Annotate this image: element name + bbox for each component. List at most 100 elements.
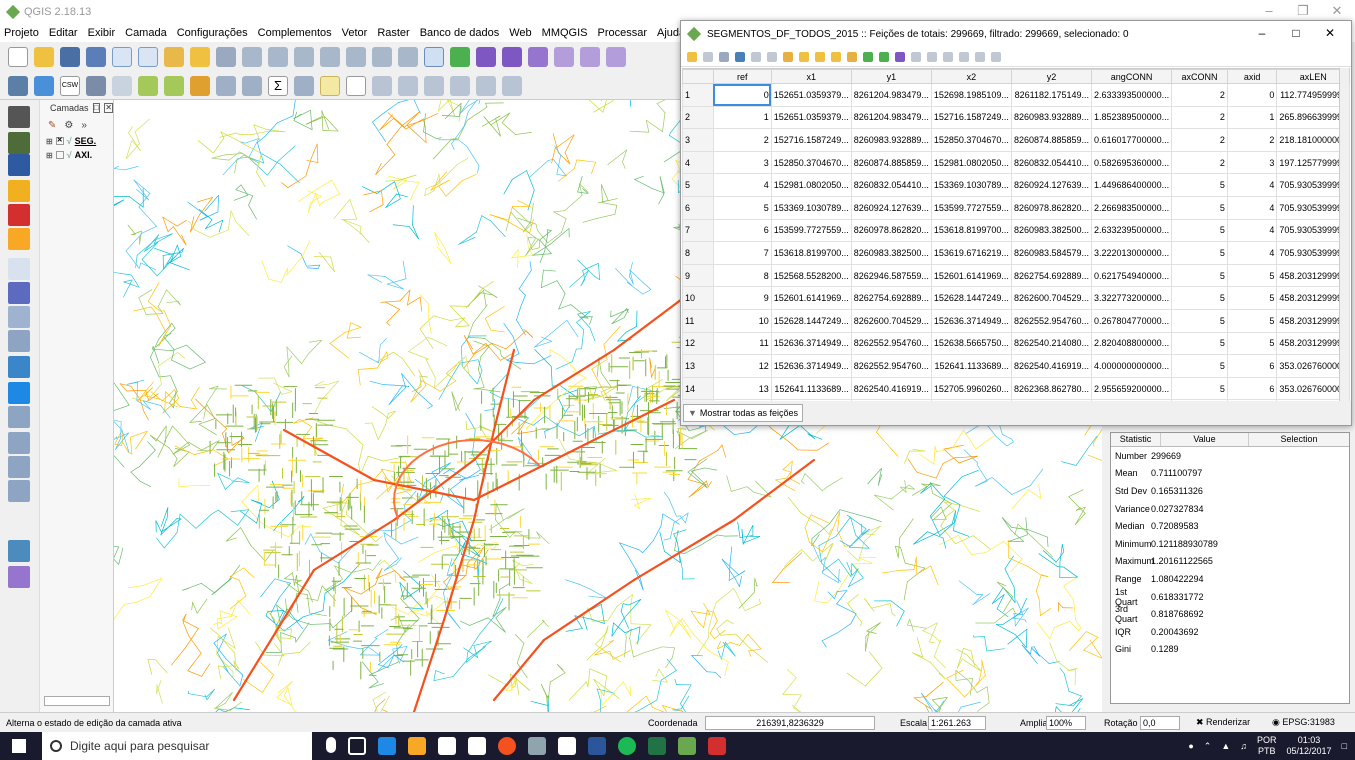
menu-exibir[interactable]: Exibir bbox=[88, 27, 116, 39]
table-cell[interactable]: 6 bbox=[712, 218, 772, 243]
table-row[interactable]: 14 13 152641.1133689... 8262540.416919... 15… bbox=[682, 376, 1350, 401]
add-wms-layer-icon[interactable] bbox=[8, 282, 30, 304]
pin-labels-icon[interactable] bbox=[398, 75, 418, 96]
field-calculator-icon[interactable] bbox=[242, 75, 262, 96]
table-cell[interactable]: 8262754.692889... bbox=[850, 286, 932, 310]
table-row[interactable]: 12 11 152636.3714949... 8262552.954760... 15… bbox=[682, 331, 1350, 356]
save-edits-icon[interactable] bbox=[216, 47, 236, 67]
table-cell[interactable]: 11 bbox=[712, 331, 772, 356]
field-calculator-icon[interactable] bbox=[991, 51, 1001, 62]
table-row[interactable]: 13 12 152636.3714949... 8262552.954760... 15… bbox=[682, 354, 1350, 378]
spotify-icon[interactable] bbox=[618, 737, 636, 755]
table-cell[interactable]: 8262600.704529... bbox=[850, 308, 932, 333]
add-raster-layer-icon[interactable] bbox=[8, 132, 30, 154]
windows-start-icon[interactable] bbox=[12, 739, 26, 753]
layer-item-axial[interactable]: ⊞ √ AXI. bbox=[40, 148, 113, 162]
taskbar-search-box[interactable]: Digite aqui para pesquisar bbox=[42, 732, 312, 760]
table-cell[interactable]: 8262540.214080... bbox=[1010, 331, 1093, 356]
table-cell[interactable]: 5 bbox=[1226, 263, 1278, 288]
table-cell[interactable]: 152651.0359379... bbox=[770, 83, 852, 107]
table-cell[interactable]: 2 bbox=[1171, 128, 1228, 152]
layer-visibility-checkbox[interactable] bbox=[55, 151, 64, 159]
row-number-cell[interactable]: 9 bbox=[682, 263, 714, 288]
table-row[interactable]: 2 1 152651.0359379... 8261204.983479... 1527… bbox=[682, 105, 1350, 130]
add-wms-tile-icon[interactable] bbox=[8, 382, 30, 404]
table-cell[interactable]: 0.267804770000... bbox=[1091, 308, 1173, 333]
language-indicator[interactable]: POR PTB bbox=[1257, 735, 1277, 757]
table-cell[interactable]: 8262946.587559... bbox=[850, 263, 932, 288]
table-cell[interactable]: 2.266983500000... bbox=[1091, 195, 1173, 220]
table-row[interactable]: 11 10 152628.1447249... 8262600.704529... 15… bbox=[682, 308, 1350, 333]
column-header[interactable]: x2 bbox=[930, 69, 1012, 84]
task-view-icon[interactable] bbox=[348, 737, 366, 755]
row-number-cell[interactable]: 6 bbox=[682, 195, 714, 220]
column-header[interactable]: ref bbox=[712, 69, 772, 84]
app-icon[interactable] bbox=[528, 737, 546, 755]
table-cell[interactable]: 13 bbox=[712, 376, 772, 401]
table-cell[interactable]: 5 bbox=[1171, 331, 1228, 356]
table-cell[interactable]: 8 bbox=[712, 263, 772, 288]
column-header[interactable]: angCONN bbox=[1091, 69, 1173, 84]
pan-map-icon[interactable] bbox=[424, 47, 444, 67]
cut-features-icon[interactable] bbox=[346, 47, 366, 67]
table-cell[interactable]: 8261204.983479... bbox=[850, 105, 932, 130]
table-cell[interactable]: 4 bbox=[1226, 195, 1278, 220]
table-cell[interactable]: 8261182.175149... bbox=[1010, 83, 1093, 107]
close-panel-icon[interactable]: ✕ bbox=[104, 103, 113, 113]
table-cell[interactable]: 8262552.954760... bbox=[850, 331, 932, 356]
table-cell[interactable]: 4 bbox=[1226, 241, 1278, 265]
delete-selected-icon[interactable] bbox=[767, 51, 777, 62]
value-column-header[interactable]: Value bbox=[1161, 433, 1249, 446]
table-cell[interactable]: 4 bbox=[1226, 173, 1278, 197]
qgis-taskbar-icon[interactable] bbox=[678, 737, 696, 755]
move-feature-icon[interactable] bbox=[268, 47, 288, 67]
coordinate-field[interactable]: 216391,8236329 bbox=[705, 715, 875, 730]
table-cell[interactable]: 6 bbox=[1226, 376, 1278, 401]
table-cell[interactable]: 152651.0359379... bbox=[770, 105, 852, 130]
table-cell[interactable]: 5 bbox=[1171, 173, 1228, 197]
add-wfs-layer-icon[interactable] bbox=[8, 330, 30, 352]
scale-combo[interactable]: 1:261.263 bbox=[928, 715, 986, 730]
table-cell[interactable]: 6 bbox=[1226, 354, 1278, 378]
menu-processar[interactable]: Processar bbox=[598, 27, 648, 39]
save-as-icon[interactable] bbox=[86, 47, 106, 67]
selection-column-header[interactable]: Selection bbox=[1249, 433, 1349, 446]
add-feature-icon[interactable] bbox=[242, 47, 262, 67]
toggle-editing-icon[interactable] bbox=[190, 47, 210, 67]
new-gpx-layer-icon[interactable] bbox=[8, 456, 30, 478]
table-row[interactable]: 5 4 152981.0802050... 8260832.054410... 1533… bbox=[682, 173, 1350, 197]
select-all-icon[interactable] bbox=[799, 51, 809, 62]
open-project-icon[interactable] bbox=[34, 47, 54, 67]
table-cell[interactable]: 8261204.983479... bbox=[850, 83, 932, 107]
menu-configuracoes[interactable]: Configurações bbox=[177, 27, 248, 39]
menu-raster[interactable]: Raster bbox=[377, 27, 409, 39]
tray-chevron-icon[interactable]: ⌃ bbox=[1204, 741, 1212, 752]
table-cell[interactable]: 5 bbox=[1171, 195, 1228, 220]
pan-to-selected-icon[interactable] bbox=[879, 51, 889, 62]
help-icon[interactable] bbox=[34, 75, 54, 96]
row-number-cell[interactable]: 10 bbox=[682, 286, 714, 310]
table-cell[interactable]: 152981.0802050... bbox=[930, 150, 1012, 175]
new-shapefile-icon[interactable] bbox=[8, 258, 30, 280]
table-row[interactable]: 8 7 153618.8199700... 8260983.382500... 1536… bbox=[682, 241, 1350, 265]
table-cell[interactable]: 2 bbox=[1171, 105, 1228, 130]
table-cell[interactable]: 2 bbox=[1171, 83, 1228, 107]
table-row[interactable]: 3 2 152716.1587249... 8260983.932889... 1528… bbox=[682, 128, 1350, 152]
table-cell[interactable]: 153369.1030789... bbox=[930, 173, 1012, 197]
table-cell[interactable]: 3 bbox=[1226, 150, 1278, 175]
table-cell[interactable]: 8260983.584579... bbox=[1010, 241, 1093, 265]
menu-camada[interactable]: Camada bbox=[125, 27, 167, 39]
table-cell[interactable]: 153619.6716219... bbox=[930, 241, 1012, 265]
conditional-formatting-icon[interactable] bbox=[975, 51, 985, 62]
table-cell[interactable]: 5 bbox=[1226, 308, 1278, 333]
map-tips-icon[interactable] bbox=[320, 75, 340, 96]
toggle-editing-icon[interactable] bbox=[687, 51, 697, 62]
table-cell[interactable]: 1 bbox=[1226, 105, 1278, 130]
table-cell[interactable]: 8262368.862780... bbox=[1010, 376, 1093, 401]
table-cell[interactable]: 10 bbox=[712, 308, 772, 333]
edit-pencil-icon[interactable] bbox=[164, 47, 184, 67]
table-cell[interactable]: 8262552.954760... bbox=[850, 354, 932, 378]
show-all-features-button[interactable]: ▼ Mostrar todas as feições bbox=[683, 404, 803, 422]
plugin-icon[interactable] bbox=[8, 566, 30, 588]
table-cell[interactable]: 8260924.127639... bbox=[850, 195, 932, 220]
